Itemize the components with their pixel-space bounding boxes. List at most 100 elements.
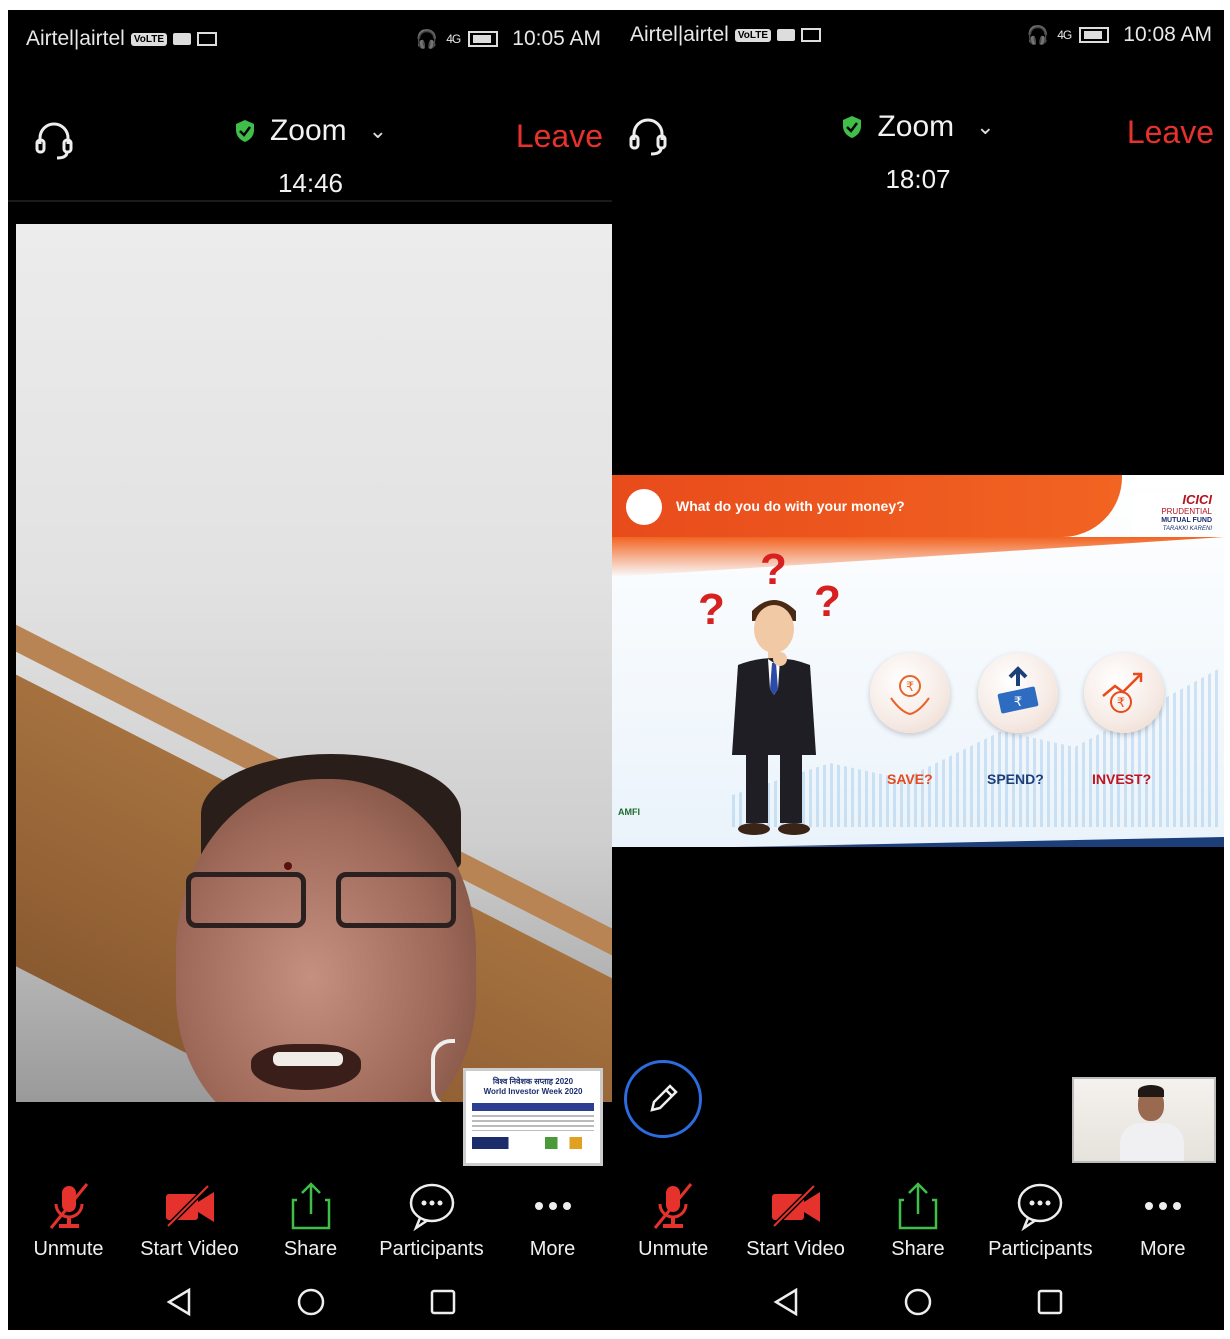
question-mark-icon: ?	[760, 545, 787, 594]
recents-icon[interactable]	[425, 1284, 461, 1320]
headphone-status-icon: 🎧	[1026, 24, 1050, 45]
encryption-shield-icon	[235, 120, 254, 142]
logo-line-2: PRUDENTIAL	[1161, 507, 1212, 516]
participants-button[interactable]: Participants	[981, 1180, 1099, 1261]
share-button[interactable]: Share	[859, 1180, 977, 1261]
carrier-name: Airtel|airtel	[26, 27, 125, 50]
carrier-name: Airtel|airtel	[630, 23, 729, 46]
presenter-icon	[626, 489, 662, 525]
svg-text:₹: ₹	[1117, 696, 1125, 711]
signal-icon: 4G	[1057, 28, 1072, 42]
thinking-man-illustration	[732, 600, 816, 835]
icici-logo: ICICI PRUDENTIAL MUTUAL FUND TARAKKI KAR…	[1132, 493, 1212, 537]
leave-button[interactable]: Leave	[516, 118, 603, 155]
logo-line-3: MUTUAL FUND	[1161, 517, 1212, 524]
thumbnail-text-hindi: विश्व निवेशक सप्ताह 2020	[492, 1077, 574, 1086]
more-button[interactable]: More	[494, 1180, 612, 1261]
leave-button[interactable]: Leave	[1127, 114, 1214, 151]
unmute-button[interactable]: Unmute	[614, 1180, 732, 1261]
status-bar: Airtel|airtel VoLTE 🎧 4G 10:08 AM	[612, 10, 1224, 64]
participants-label: Participants	[379, 1238, 484, 1260]
muted-mic-icon	[654, 1183, 693, 1229]
status-time: 10:05 AM	[512, 27, 601, 50]
pencil-icon	[650, 1084, 678, 1112]
meeting-toolbar: Unmute Start Video Share Participants Mo…	[612, 1180, 1224, 1272]
chat-bubble-icon	[1018, 1183, 1063, 1232]
invest-money-icon: ₹	[1084, 653, 1164, 733]
android-nav-bar	[612, 1278, 1224, 1326]
video-off-icon	[771, 1184, 820, 1228]
start-video-button[interactable]: Start Video	[131, 1180, 249, 1261]
status-time: 10:08 AM	[1123, 23, 1212, 46]
signal-icon: 4G	[446, 32, 461, 46]
status-bar: Airtel|airtel VoLTE 🎧 4G 10:05 AM	[8, 10, 613, 68]
active-speaker-video	[16, 224, 612, 1102]
muted-mic-icon	[49, 1183, 88, 1229]
battery-icon	[1079, 27, 1110, 43]
svg-text:₹: ₹	[1014, 695, 1022, 710]
android-nav-bar	[8, 1278, 613, 1326]
more-dots-icon	[534, 1202, 571, 1210]
meeting-toolbar: Unmute Start Video Share Participants Mo…	[8, 1180, 613, 1272]
video-status-icon	[777, 29, 796, 41]
slide-title: What do you do with your money?	[676, 498, 905, 514]
chat-bubble-icon	[409, 1183, 454, 1232]
participants-label: Participants	[988, 1238, 1093, 1260]
amfi-logo: AMFI	[618, 807, 640, 817]
meeting-timer: 18:07	[885, 164, 951, 194]
share-icon	[898, 1182, 938, 1230]
recents-icon[interactable]	[1032, 1284, 1068, 1320]
unmute-label: Unmute	[33, 1238, 104, 1260]
headphone-status-icon: 🎧	[415, 28, 439, 49]
mail-icon	[801, 28, 822, 42]
encryption-shield-icon	[843, 116, 862, 138]
share-button[interactable]: Share	[252, 1180, 370, 1261]
meeting-title-text: Zoom	[877, 110, 955, 143]
home-icon[interactable]	[293, 1284, 329, 1320]
svg-text:₹: ₹	[906, 680, 914, 695]
logo-line-1: ICICI	[1182, 492, 1212, 507]
more-dots-icon	[1144, 1202, 1181, 1210]
more-label: More	[529, 1238, 576, 1260]
video-status-icon	[173, 33, 192, 45]
home-icon[interactable]	[900, 1284, 936, 1320]
self-view-thumbnail[interactable]: विश्व निवेशक सप्ताह 2020 World Investor …	[463, 1068, 603, 1166]
chevron-down-icon: ⌄	[368, 118, 388, 143]
volte-icon: VoLTE	[130, 32, 168, 46]
meeting-title-text: Zoom	[269, 114, 347, 147]
start-video-button[interactable]: Start Video	[737, 1180, 855, 1261]
back-icon[interactable]	[161, 1284, 197, 1320]
save-label: SAVE?	[887, 771, 933, 787]
annotate-button[interactable]	[624, 1060, 702, 1138]
logo-line-4: TARAKKI KARENI	[1162, 526, 1212, 532]
share-icon	[291, 1182, 330, 1230]
more-label: More	[1139, 1238, 1186, 1260]
meeting-top-bar: Zoom ⌄ 18:07 Leave	[612, 102, 1224, 206]
spend-money-icon: ₹	[978, 653, 1058, 733]
spend-label: SPEND?	[987, 771, 1044, 787]
divider	[8, 200, 613, 202]
share-label: Share	[283, 1238, 338, 1260]
video-off-icon	[165, 1184, 214, 1228]
shared-screen-slide: What do you do with your money? ICICI PR…	[612, 475, 1224, 847]
right-phone-screen: Airtel|airtel VoLTE 🎧 4G 10:08 AM Zoom ⌄…	[612, 10, 1224, 1330]
share-label: Share	[891, 1238, 945, 1260]
start-video-label: Start Video	[140, 1238, 239, 1260]
back-icon[interactable]	[768, 1284, 804, 1320]
battery-icon	[468, 31, 499, 47]
participants-button[interactable]: Participants	[373, 1180, 491, 1261]
question-mark-icon: ?	[698, 585, 725, 634]
participant-video-thumbnail[interactable]	[1072, 1077, 1216, 1163]
thumbnail-text-english: World Investor Week 2020	[483, 1087, 583, 1096]
meeting-top-bar: Zoom ⌄ 14:46 Leave	[8, 106, 613, 210]
meeting-timer: 14:46	[277, 168, 344, 198]
more-button[interactable]: More	[1104, 1180, 1222, 1261]
mail-icon	[197, 32, 218, 46]
unmute-label: Unmute	[638, 1238, 709, 1260]
unmute-button[interactable]: Unmute	[10, 1180, 128, 1261]
left-phone-screen: Airtel|airtel VoLTE 🎧 4G 10:05 AM Zoom ⌄…	[8, 10, 613, 1330]
save-money-icon: ₹	[870, 653, 950, 733]
slide-header-band: What do you do with your money?	[612, 475, 1122, 537]
start-video-label: Start Video	[746, 1238, 845, 1260]
chevron-down-icon: ⌄	[976, 114, 995, 139]
